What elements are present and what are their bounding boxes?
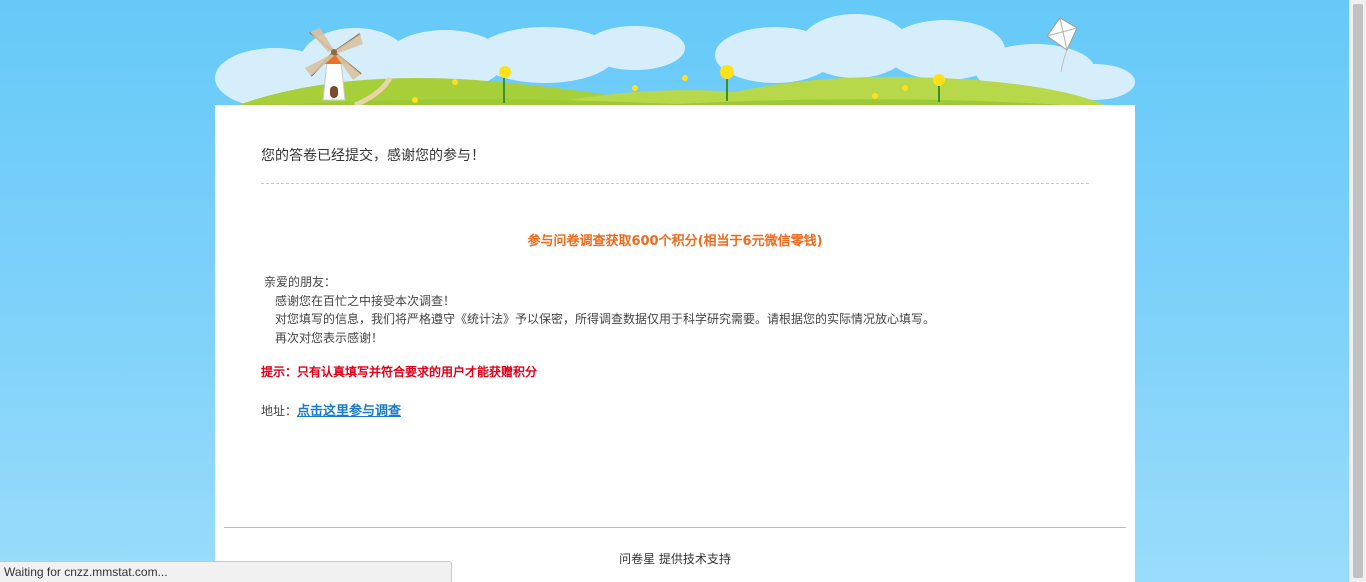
dashed-divider [261,183,1089,184]
address-label: 地址： [261,404,298,418]
browser-status-bar: Waiting for cnzz.mmstat.com... [0,561,452,582]
scrollbar-thumb[interactable] [1353,4,1363,578]
address-row: 地址：点击这里参与调查 [261,400,401,419]
thank-you-letter: 亲爱的朋友： 感谢您在百忙之中接受本次调查！ 对您填写的信息，我们将严格遵守《统… [261,273,935,347]
reward-title: 参与问卷调查获取600个积分(相当于6元微信零钱) [527,234,823,249]
letter-line-2: 对您填写的信息，我们将严格遵守《统计法》予以保密，所得调查数据仅用于科学研究需要… [275,312,936,326]
header-scene [215,0,1135,110]
letter-line-3: 再次对您表示感谢！ [275,330,384,345]
tip-message: 提示：只有认真填写并符合要求的用户才能获赠积分 [261,365,538,379]
letter-greeting: 亲爱的朋友： [264,275,337,289]
letter-line-1: 感谢您在百忙之中接受本次调查！ [275,293,456,308]
footer-divider [224,527,1126,528]
submitted-message: 您的答卷已经提交，感谢您的参与！ [261,148,485,164]
survey-link[interactable]: 点击这里参与调查 [297,404,401,419]
vertical-scrollbar[interactable] [1349,0,1366,582]
result-card: 您的答卷已经提交，感谢您的参与！ 参与问卷调查获取600个积分(相当于6元微信零… [215,105,1135,582]
